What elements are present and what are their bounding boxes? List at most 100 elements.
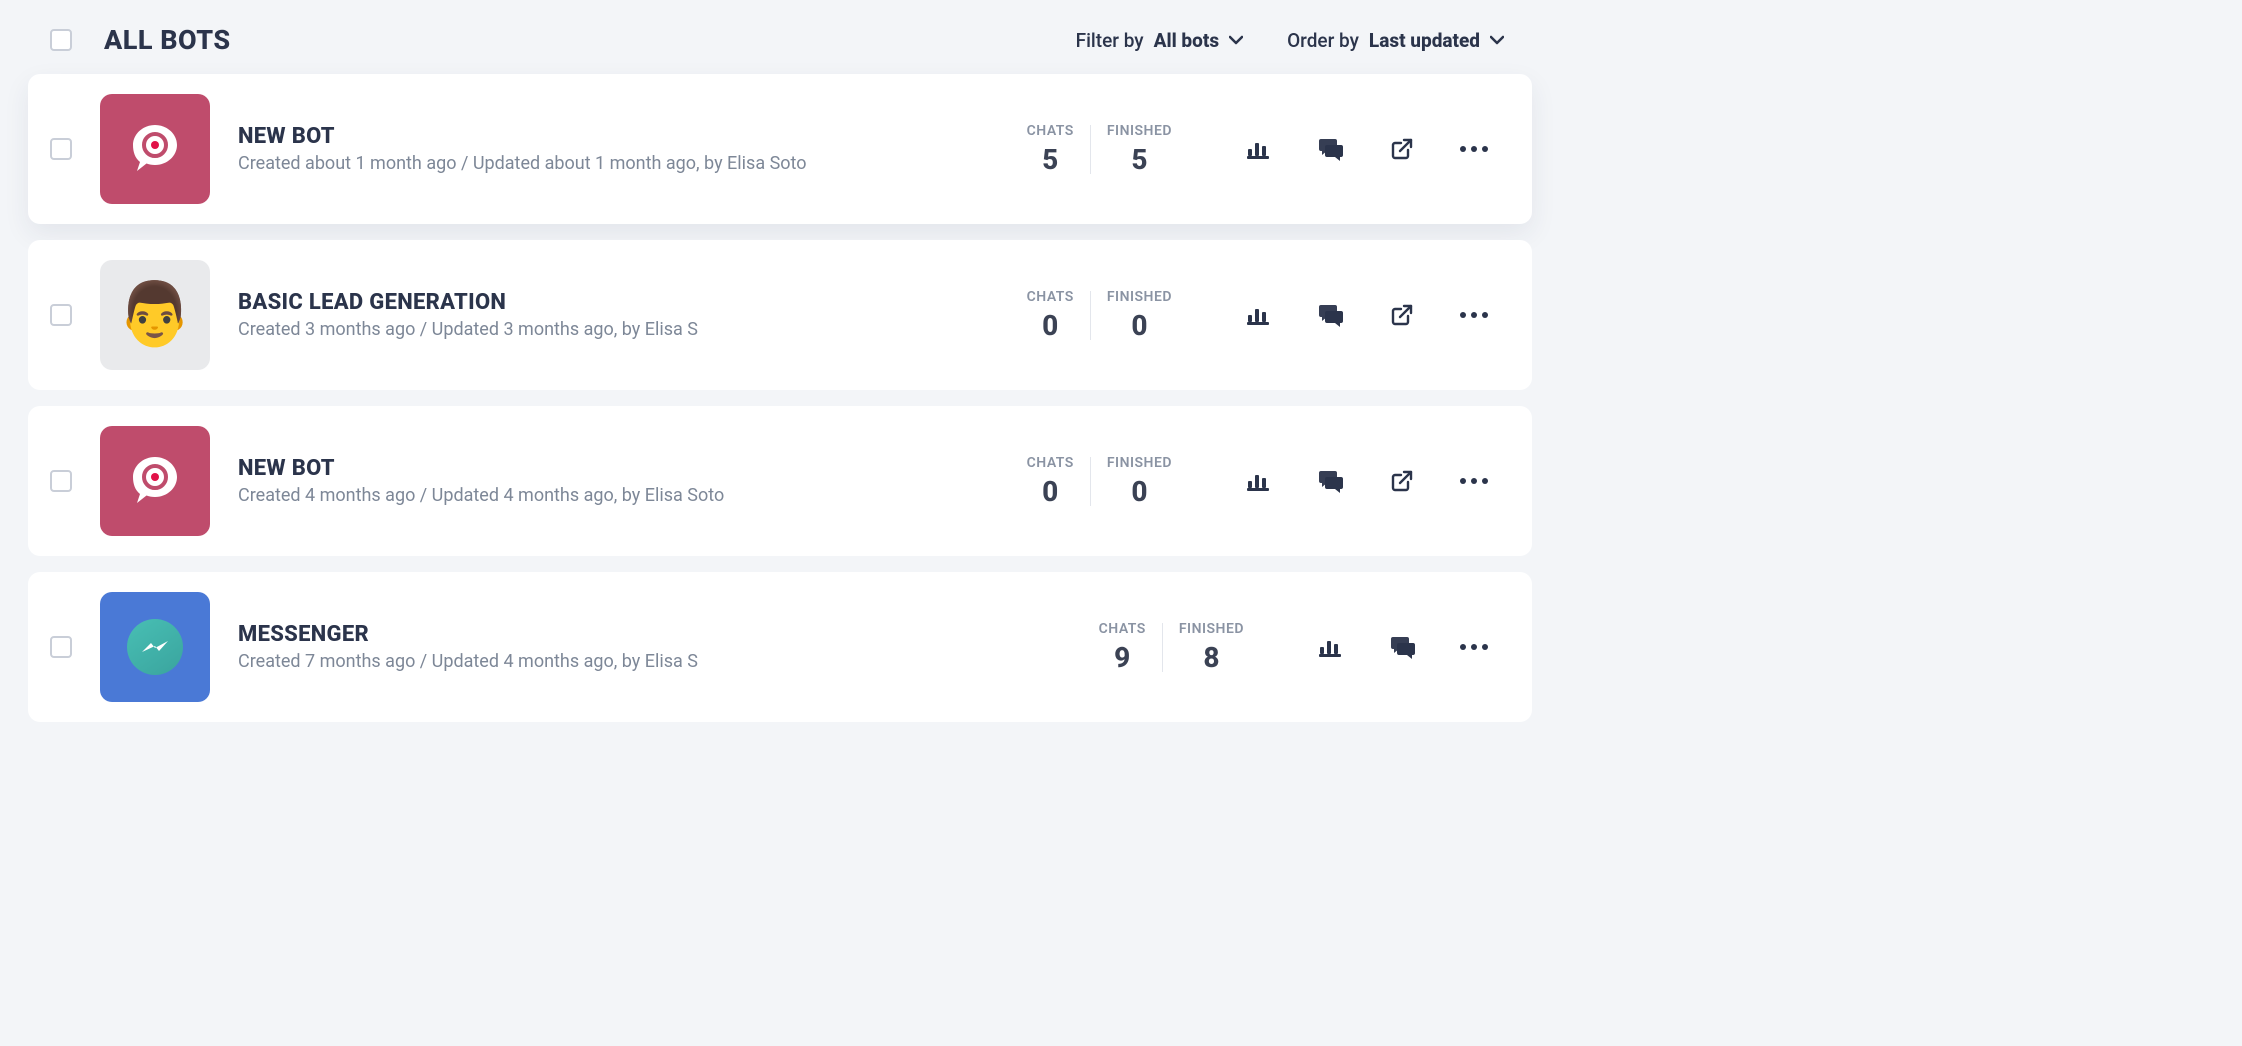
header-right: Filter by All bots Order by Last updated — [1076, 29, 1532, 52]
stat-finished: FINISHED0 — [1095, 289, 1184, 342]
order-label: Order by — [1287, 29, 1359, 52]
stat-value: 9 — [1099, 641, 1146, 674]
bot-card[interactable]: NEW BOT Created 4 months ago / Updated 4 … — [28, 406, 1532, 556]
share-button[interactable] — [1388, 301, 1416, 329]
bar-chart-icon — [1247, 471, 1269, 491]
stat-chats: CHATS 0 — [1015, 455, 1086, 508]
chat-icon — [1317, 303, 1343, 327]
select-all-checkbox[interactable] — [50, 29, 72, 51]
filter-label: Filter by — [1076, 29, 1144, 52]
bot-actions — [1244, 301, 1488, 329]
bot-avatar — [100, 592, 210, 702]
bot-card[interactable]: NEW BOT Created about 1 month ago / Updat… — [28, 74, 1532, 224]
stat-value: 8 — [1179, 641, 1244, 674]
analytics-button[interactable] — [1244, 135, 1272, 163]
external-link-icon — [1391, 470, 1413, 492]
bar-chart-icon — [1247, 305, 1269, 325]
stat-finished: FINISHED 0 — [1095, 455, 1184, 508]
bot-main: NEW BOT Created about 1 month ago / Updat… — [238, 124, 987, 174]
stat-chats: CHATS 9 — [1087, 621, 1158, 674]
stat-label: FINISHED — [1107, 455, 1172, 471]
bot-actions — [1244, 135, 1488, 163]
more-icon — [1460, 312, 1488, 318]
stat-value: 0 — [1107, 475, 1172, 508]
bot-name: NEW BOT — [238, 124, 987, 149]
row-checkbox[interactable] — [50, 636, 72, 658]
bot-list: NEW BOT Created about 1 month ago / Updat… — [28, 74, 1532, 722]
analytics-button[interactable] — [1316, 633, 1344, 661]
bot-stats: CHATS 9 FINISHED 8 — [1087, 621, 1256, 674]
filter-dropdown[interactable]: Filter by All bots — [1076, 29, 1243, 52]
stat-value: 0 — [1027, 309, 1074, 342]
bot-avatar — [100, 94, 210, 204]
chevron-down-icon — [1490, 35, 1504, 45]
bot-meta: Created 7 months ago / Updated 4 months … — [238, 651, 1059, 672]
bot-meta: Created about 1 month ago / Updated abou… — [238, 153, 987, 174]
stat-label: CHATS — [1099, 621, 1146, 637]
more-button[interactable] — [1460, 467, 1488, 495]
analytics-button[interactable] — [1244, 301, 1272, 329]
stat-chats: CHATS 0 — [1015, 289, 1086, 342]
chat-icon — [1389, 635, 1415, 659]
page-title: ALL BOTS — [104, 24, 231, 56]
bot-actions — [1316, 633, 1488, 661]
divider — [1090, 457, 1091, 506]
bot-avatar — [100, 426, 210, 536]
chats-button[interactable] — [1388, 633, 1416, 661]
chats-button[interactable] — [1316, 135, 1344, 163]
more-icon — [1460, 146, 1488, 152]
row-checkbox[interactable] — [50, 470, 72, 492]
more-icon — [1460, 644, 1488, 650]
stat-label: CHATS — [1027, 289, 1074, 305]
stat-label: FINISHED — [1107, 289, 1172, 305]
bot-card[interactable]: MESSENGERCreated 7 months ago / Updated … — [28, 572, 1532, 722]
bot-stats: CHATS 0 FINISHED 0 — [1015, 455, 1184, 508]
bot-meta: Created 4 months ago / Updated 4 months … — [238, 485, 987, 506]
bot-main: MESSENGERCreated 7 months ago / Updated … — [238, 622, 1059, 672]
external-link-icon — [1391, 138, 1413, 160]
analytics-button[interactable] — [1244, 467, 1272, 495]
stat-value: 0 — [1027, 475, 1074, 508]
order-dropdown[interactable]: Order by Last updated — [1287, 29, 1504, 52]
bot-main: NEW BOT Created 4 months ago / Updated 4 … — [238, 456, 987, 506]
stat-label: CHATS — [1027, 455, 1074, 471]
chats-button[interactable] — [1316, 301, 1344, 329]
more-button[interactable] — [1460, 633, 1488, 661]
filter-value: All bots — [1154, 29, 1219, 52]
bot-avatar: 👨 — [100, 260, 210, 370]
chat-icon — [1317, 469, 1343, 493]
divider — [1090, 125, 1091, 174]
stat-label: FINISHED — [1179, 621, 1244, 637]
bot-main: BASIC LEAD GENERATIONCreated 3 months ag… — [238, 290, 987, 340]
external-link-icon — [1391, 304, 1413, 326]
chevron-down-icon — [1229, 35, 1243, 45]
more-button[interactable] — [1460, 135, 1488, 163]
chats-button[interactable] — [1316, 467, 1344, 495]
order-value: Last updated — [1369, 29, 1480, 52]
stat-finished: FINISHED 8 — [1167, 621, 1256, 674]
share-button[interactable] — [1388, 135, 1416, 163]
row-checkbox[interactable] — [50, 138, 72, 160]
stat-label: FINISHED — [1107, 123, 1172, 139]
bot-stats: CHATS 5 FINISHED 5 — [1015, 123, 1184, 176]
stat-value: 5 — [1027, 143, 1074, 176]
bar-chart-icon — [1319, 637, 1341, 657]
bar-chart-icon — [1247, 139, 1269, 159]
more-button[interactable] — [1460, 301, 1488, 329]
row-checkbox[interactable] — [50, 304, 72, 326]
bot-name: NEW BOT — [238, 456, 987, 481]
stat-value: 5 — [1107, 143, 1172, 176]
divider — [1090, 291, 1091, 340]
bot-stats: CHATS 0 FINISHED0 — [1015, 289, 1184, 342]
header-left: ALL BOTS — [50, 24, 231, 56]
stat-label: CHATS — [1027, 123, 1074, 139]
bot-card[interactable]: 👨 BASIC LEAD GENERATIONCreated 3 months a… — [28, 240, 1532, 390]
stat-chats: CHATS 5 — [1015, 123, 1086, 176]
more-icon — [1460, 478, 1488, 484]
share-button[interactable] — [1388, 467, 1416, 495]
divider — [1162, 623, 1163, 672]
bot-name: BASIC LEAD GENERATION — [238, 290, 987, 315]
chat-icon — [1317, 137, 1343, 161]
bot-actions — [1244, 467, 1488, 495]
page-header: ALL BOTS Filter by All bots Order by Las… — [28, 24, 1532, 74]
